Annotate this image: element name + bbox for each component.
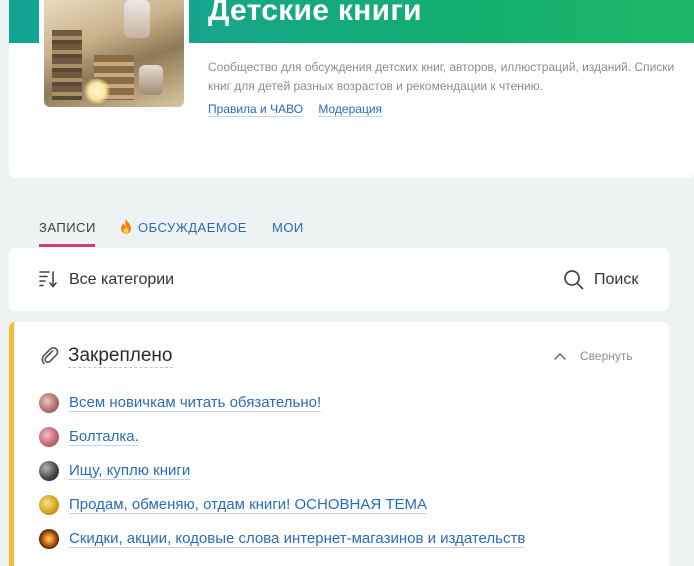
community-header: Детские книги Сообщество для обсуждения … xyxy=(9,0,694,178)
list-item: Продам, обменяю, отдам книги! ОСНОВНАЯ Т… xyxy=(39,488,525,522)
community-cover-image xyxy=(44,0,184,107)
search-icon[interactable] xyxy=(563,269,585,291)
rules-faq-link[interactable]: Правила и ЧАВО xyxy=(208,102,304,117)
search-button[interactable]: Поиск xyxy=(594,271,638,289)
topic-link[interactable]: Всем новичкам читать обязательно! xyxy=(69,394,322,412)
avatar xyxy=(39,461,59,481)
community-title: Детские книги xyxy=(208,0,422,27)
list-item: Всем новичкам читать обязательно! xyxy=(39,386,525,420)
paperclip-icon xyxy=(41,346,59,365)
tab-mine[interactable]: МОИ xyxy=(272,219,304,247)
topic-link[interactable]: Скидки, акции, кодовые слова интернет-ма… xyxy=(69,530,526,548)
list-item: Ищу, куплю книги xyxy=(39,454,525,488)
cover-child-figure-2 xyxy=(139,65,163,95)
topic-link[interactable]: Болталка. xyxy=(69,428,139,446)
categories-dropdown[interactable]: Все категории xyxy=(69,271,174,289)
feed-tabs: ЗАПИСИ ОБСУЖДАЕМОЕ МОИ xyxy=(39,219,304,247)
community-links: Правила и ЧАВО Модерация xyxy=(208,102,394,117)
avatar xyxy=(39,393,59,413)
pinned-topic-list: Всем новичкам читать обязательно! Болтал… xyxy=(39,386,526,556)
topic-link[interactable]: Ищу, куплю книги xyxy=(69,462,191,480)
tab-discussed-label: ОБСУЖДАЕМОЕ xyxy=(138,220,247,235)
chevron-up-icon xyxy=(554,352,566,360)
cover-child-figure xyxy=(124,0,150,38)
list-item: Скидки, акции, кодовые слова интернет-ма… xyxy=(39,522,526,556)
collapse-button[interactable]: Свернуть xyxy=(554,349,633,363)
sort-icon[interactable] xyxy=(38,269,58,289)
cover-lamp-glow xyxy=(84,78,110,104)
list-item: Болталка. xyxy=(39,420,525,454)
avatar xyxy=(39,529,59,549)
pinned-section: Закреплено Свернуть Всем новичкам читать… xyxy=(9,322,669,566)
filter-bar: Все категории Поиск xyxy=(9,248,669,311)
pinned-title: Закреплено xyxy=(68,345,173,368)
cover-books-stack xyxy=(52,30,82,100)
moderation-link[interactable]: Модерация xyxy=(318,102,383,117)
tab-records[interactable]: ЗАПИСИ xyxy=(39,219,95,247)
header-left-strip xyxy=(9,0,39,43)
avatar xyxy=(39,495,59,515)
community-description: Сообщество для обсуждения детских книг, … xyxy=(208,60,675,93)
avatar xyxy=(39,427,59,447)
fire-icon xyxy=(121,219,131,234)
tab-discussed[interactable]: ОБСУЖДАЕМОЕ xyxy=(120,219,247,247)
collapse-label: Свернуть xyxy=(580,349,633,363)
topic-link[interactable]: Продам, обменяю, отдам книги! ОСНОВНАЯ Т… xyxy=(69,496,428,514)
